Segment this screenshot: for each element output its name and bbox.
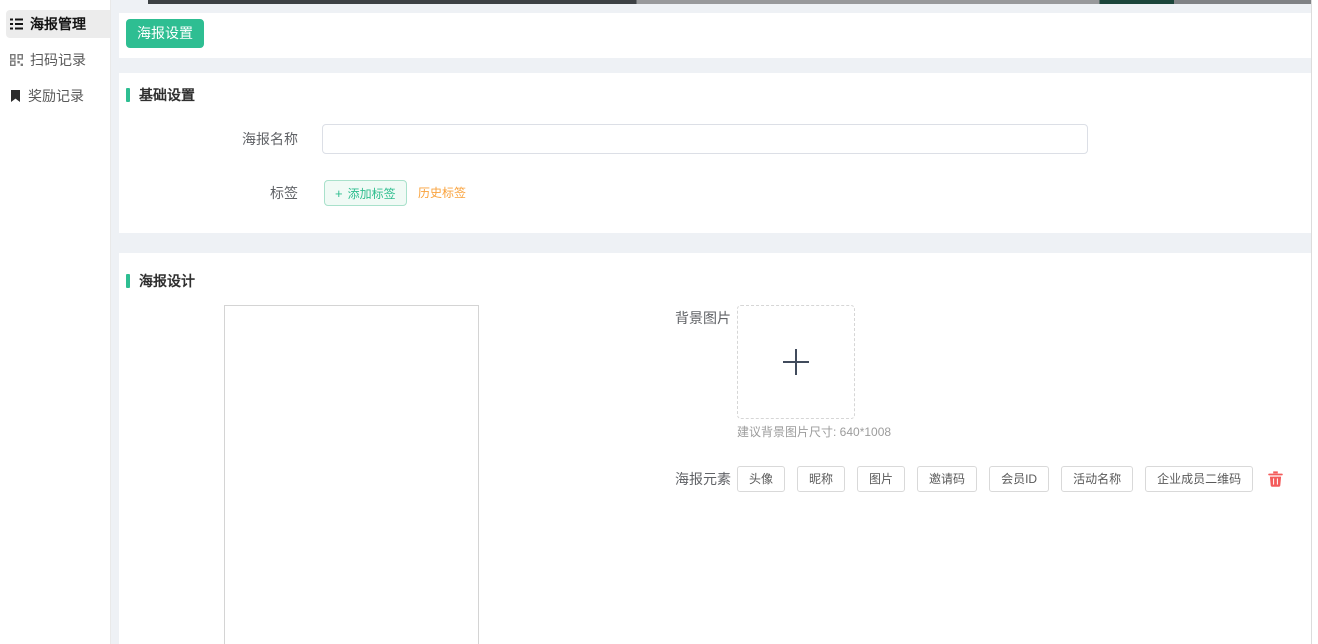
sidebar-item-reward-records[interactable]: 奖励记录 <box>6 82 110 110</box>
plus-icon: + <box>335 187 343 200</box>
qr-code-icon <box>10 54 23 66</box>
sidebar-item-scan-records[interactable]: 扫码记录 <box>6 46 110 74</box>
basic-settings-section-header: 基础设置 <box>126 85 195 105</box>
sidebar-item-label: 扫码记录 <box>30 50 86 70</box>
upload-size-hint: 建议背景图片尺寸: 640*1008 <box>737 423 891 440</box>
section-accent-bar <box>126 274 130 288</box>
plus-icon <box>781 347 811 377</box>
poster-design-section-header: 海报设计 <box>126 271 195 291</box>
poster-preview-canvas[interactable] <box>224 305 479 644</box>
poster-element-button[interactable]: 邀请码 <box>917 466 977 492</box>
sidebar-item-label: 奖励记录 <box>28 86 84 106</box>
history-tags-link[interactable]: 历史标签 <box>418 180 466 206</box>
add-tag-button[interactable]: + 添加标签 <box>324 180 407 206</box>
poster-element-button[interactable]: 昵称 <box>797 466 845 492</box>
poster-element-button[interactable]: 头像 <box>737 466 785 492</box>
poster-element-button[interactable]: 会员ID <box>989 466 1049 492</box>
main-content: 海报设置 基础设置 海报名称 标签 + 添加标签 历史标签 海报设计 <box>119 0 1311 644</box>
section-title: 海报设计 <box>139 271 195 291</box>
poster-elements-label: 海报元素 <box>675 466 731 492</box>
sidebar-item-label: 海报管理 <box>30 14 86 34</box>
toolbar-panel: 海报设置 <box>119 13 1311 58</box>
section-title: 基础设置 <box>139 85 195 105</box>
delete-trash-icon[interactable] <box>1268 471 1283 487</box>
background-image-upload[interactable] <box>737 305 855 419</box>
vertical-scrollbar[interactable] <box>1311 0 1318 644</box>
section-accent-bar <box>126 88 130 102</box>
poster-name-label: 海报名称 <box>119 124 298 154</box>
sidebar-item-poster-management[interactable]: 海报管理 <box>6 10 110 38</box>
poster-design-panel: 海报设计 背景图片 建议背景图片尺寸: 640*1008 海报元素 头像 <box>119 253 1311 644</box>
poster-name-input[interactable] <box>322 124 1088 154</box>
poster-elements-row: 头像 昵称 图片 邀请码 会员ID 活动名称 企业成员二维码 <box>737 466 1283 492</box>
poster-element-button[interactable]: 图片 <box>857 466 905 492</box>
list-icon <box>10 18 23 30</box>
poster-settings-button[interactable]: 海报设置 <box>126 19 204 48</box>
poster-element-button[interactable]: 企业成员二维码 <box>1145 466 1253 492</box>
basic-settings-panel: 基础设置 海报名称 标签 + 添加标签 历史标签 <box>119 73 1311 233</box>
poster-element-button[interactable]: 活动名称 <box>1061 466 1133 492</box>
sidebar: 海报管理 扫码记录 <box>0 0 111 644</box>
tag-label: 标签 <box>119 180 298 206</box>
bookmark-icon <box>10 90 21 102</box>
add-tag-label: 添加标签 <box>348 185 396 202</box>
background-image-label: 背景图片 <box>675 310 731 326</box>
poster-admin-screen: 海报管理 扫码记录 <box>0 0 1318 644</box>
